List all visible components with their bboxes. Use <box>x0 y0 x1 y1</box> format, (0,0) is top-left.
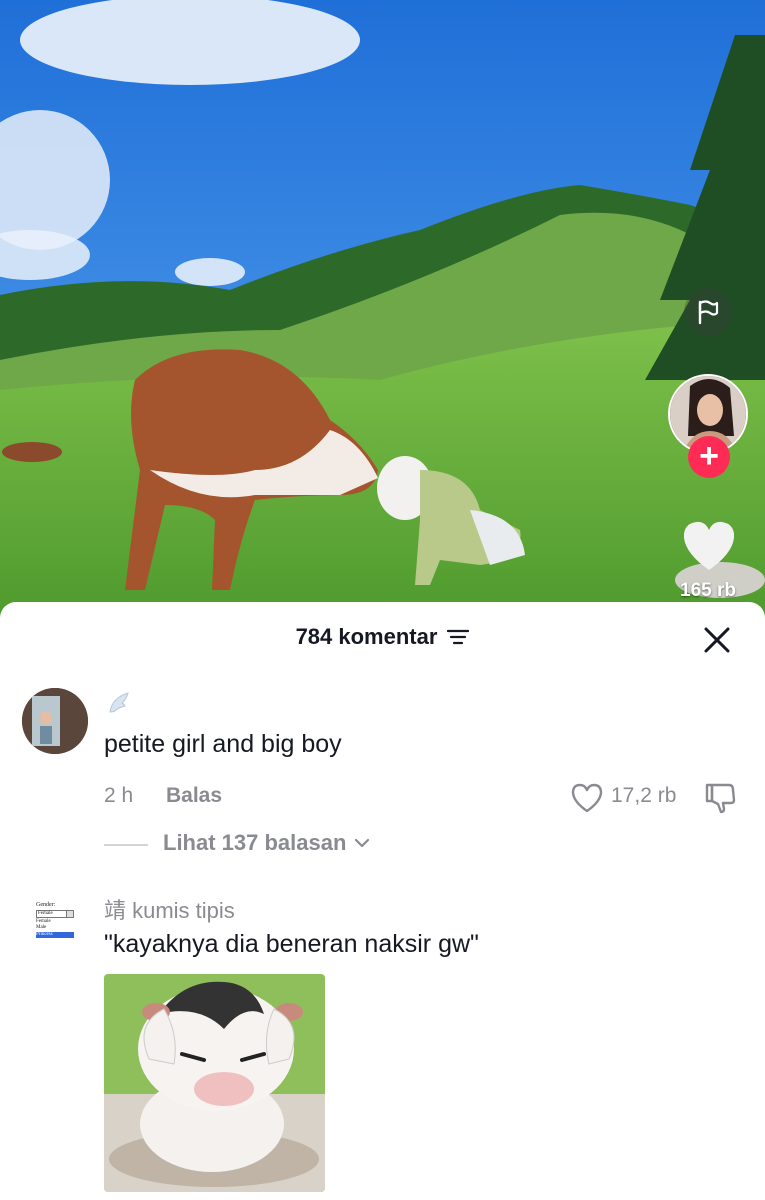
gender-form-avatar: Gender: Female Female Male Princess <box>30 898 78 946</box>
commenter-avatar[interactable] <box>22 688 88 754</box>
report-button[interactable] <box>684 288 732 336</box>
commenter-avatar[interactable]: Gender: Female Female Male Princess <box>30 898 78 946</box>
gender-select: Female <box>36 910 74 918</box>
commenter-photo <box>22 688 88 754</box>
view-replies-link[interactable]: Lihat 137 balasan <box>163 830 370 856</box>
gender-option-selected: Princess <box>36 932 74 938</box>
angel-wing-icon <box>109 692 129 713</box>
comment-text: "kayaknya dia beneran naksir gw" <box>104 930 479 958</box>
gender-option: Male <box>36 925 47 930</box>
follow-button[interactable]: + <box>688 436 730 478</box>
view-replies-label: Lihat 137 balasan <box>163 830 347 855</box>
close-icon[interactable] <box>703 626 731 654</box>
reply-button[interactable]: Balas <box>166 784 222 808</box>
replies-divider <box>104 844 148 846</box>
cow-sticker <box>104 974 325 1192</box>
thumbs-down-icon[interactable] <box>703 781 737 815</box>
comments-header: 784 komentar <box>0 624 765 654</box>
video-player[interactable]: + 165 rb <box>0 0 765 620</box>
video-like-button[interactable] <box>680 518 738 574</box>
plus-icon: + <box>699 437 719 475</box>
flag-icon <box>698 300 719 325</box>
comment-count: 784 komentar <box>295 624 438 649</box>
gender-option: Female <box>36 919 51 924</box>
heart-icon <box>683 521 735 570</box>
video-frame <box>0 0 765 620</box>
video-like-count: 165 rb <box>680 580 736 601</box>
filter-icon <box>447 629 470 645</box>
commenter-username[interactable]: 靖 kumis tipis <box>104 893 235 925</box>
comment-like-count: 17,2 rb <box>611 784 677 807</box>
gender-label: Gender: <box>36 902 56 908</box>
chevron-down-icon <box>355 838 370 848</box>
comment-text: petite girl and big boy <box>104 730 342 758</box>
comments-title[interactable]: 784 komentar <box>296 624 470 650</box>
comment-time: 2 h <box>104 784 134 807</box>
heart-icon[interactable] <box>570 782 604 814</box>
comment-sticker-image[interactable] <box>104 974 325 1192</box>
